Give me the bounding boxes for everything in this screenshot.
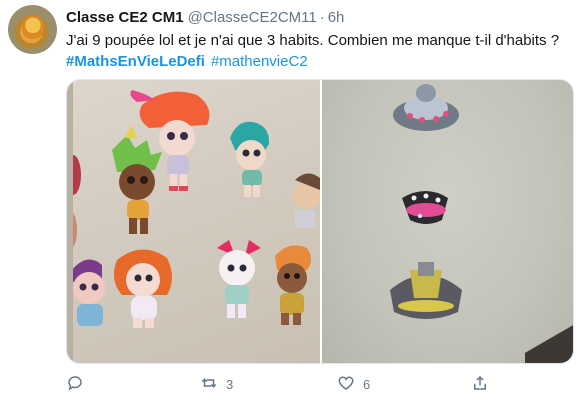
like-count: 6	[363, 376, 371, 392]
tweet-media[interactable]	[66, 79, 574, 364]
photo-outfits[interactable]	[322, 80, 573, 363]
author-handle[interactable]: @ClasseCE2CM11	[188, 9, 317, 26]
dolls-illustration	[67, 90, 321, 328]
tweet-timestamp[interactable]: 6h	[328, 9, 345, 26]
hashtag-mathenviec2[interactable]: #mathenvieC2	[211, 53, 308, 70]
photo-floor-corner	[525, 325, 573, 363]
hashtag-mathsenvieledefi[interactable]: #MathsEnVieLeDefi	[66, 53, 205, 70]
tweet-hashtags: #MathsEnVieLeDefi #mathenvieC2	[66, 51, 308, 72]
retweet-button[interactable]: 3	[200, 372, 233, 396]
like-button[interactable]: 6	[337, 372, 370, 396]
outfits-illustration	[390, 84, 462, 319]
tweet[interactable]: Classe CE2 CM1 @ClasseCE2CM11 · 6h J'ai 9 p…	[0, 0, 584, 404]
reply-icon	[66, 374, 84, 395]
share-icon	[471, 374, 489, 395]
avatar[interactable]	[8, 5, 57, 54]
photo-edge-shadow	[67, 80, 73, 363]
retweet-icon	[200, 374, 218, 395]
share-button[interactable]	[471, 372, 489, 396]
retweet-count: 3	[226, 376, 234, 392]
separator-dot: ·	[319, 9, 325, 26]
reply-button[interactable]	[66, 372, 92, 396]
tweet-actions: 3 6	[66, 372, 496, 396]
tweet-header: Classe CE2 CM1 @ClasseCE2CM11 · 6h	[66, 8, 344, 28]
heart-icon	[337, 374, 355, 395]
tweet-text: J'ai 9 poupée lol et je n'ai que 3 habit…	[66, 32, 560, 49]
author-name[interactable]: Classe CE2 CM1	[66, 9, 184, 26]
photo-dolls[interactable]	[67, 80, 321, 363]
